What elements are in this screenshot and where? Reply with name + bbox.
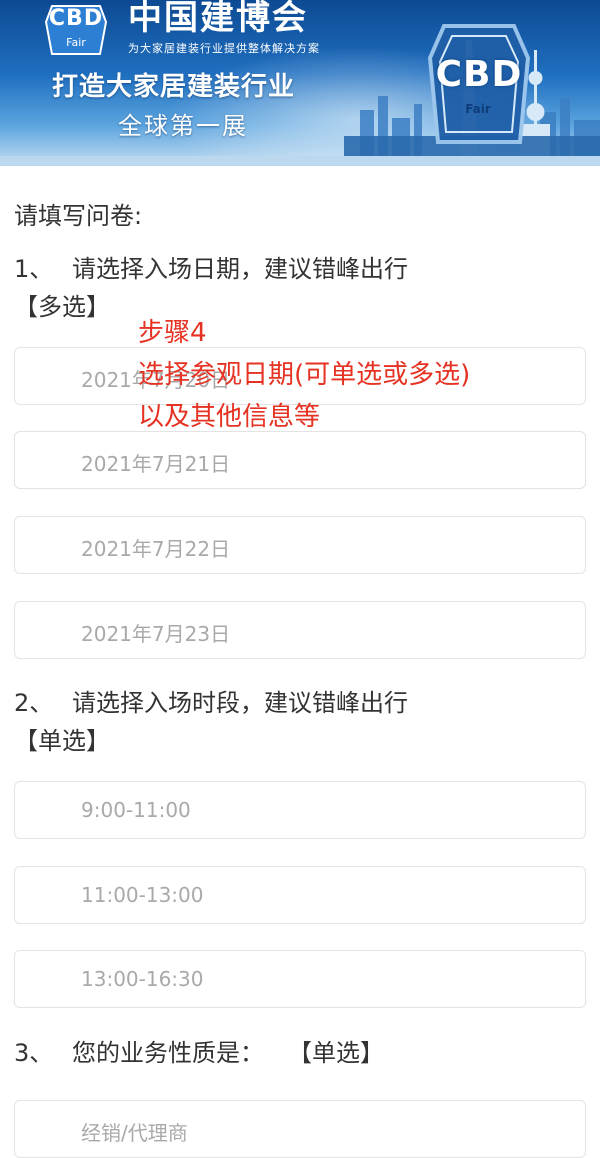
- annotation-line-1: 步骤4: [138, 318, 207, 348]
- option-label: 9:00-11:00: [81, 798, 191, 822]
- question-2-number: 2、: [14, 689, 54, 717]
- option-time-2[interactable]: 11:00-13:00: [14, 866, 586, 924]
- option-business-1[interactable]: 经销/代理商: [14, 1100, 586, 1158]
- slogan-line2: 全球第一展: [118, 112, 248, 140]
- big-logo-text: CBD: [435, 54, 523, 95]
- option-time-1[interactable]: 9:00-11:00: [14, 781, 586, 839]
- option-label: 13:00-16:30: [81, 967, 204, 991]
- cbd-logo: CBD Fair: [44, 4, 108, 56]
- question-2-title: 请选择入场时段，建议错峰出行: [72, 689, 408, 717]
- questionnaire-intro: 请填写问卷:: [14, 202, 143, 230]
- question-3: 3、 您的业务性质是： 【单选】: [14, 1034, 384, 1072]
- logo-subtext: Fair: [66, 36, 86, 49]
- big-logo-subtext: Fair: [465, 102, 491, 116]
- question-3-title: 您的业务性质是：: [72, 1039, 264, 1067]
- option-label: 2021年7月22日: [81, 537, 231, 561]
- question-1-number: 1、: [14, 255, 54, 283]
- option-date-2[interactable]: 2021年7月21日: [14, 431, 586, 489]
- question-3-number: 3、: [14, 1039, 54, 1067]
- question-2: 2、 请选择入场时段，建议错峰出行 【单选】: [14, 684, 408, 760]
- logo-text: CBD: [48, 6, 104, 31]
- question-2-type: 【单选】: [14, 727, 110, 755]
- option-time-3[interactable]: 13:00-16:30: [14, 950, 586, 1008]
- question-1-title: 请选择入场日期，建议错峰出行: [72, 255, 408, 283]
- option-date-4[interactable]: 2021年7月23日: [14, 601, 586, 659]
- step-annotation: 步骤4 选择参观日期(可单选或多选) 以及其他信息等: [138, 312, 470, 438]
- annotation-line-3: 以及其他信息等: [138, 402, 321, 432]
- option-label: 2021年7月21日: [81, 452, 231, 476]
- option-label: 11:00-13:00: [81, 883, 204, 907]
- annotation-line-2: 选择参观日期(可单选或多选): [138, 360, 471, 390]
- brand-subtitle: 为大家居建装行业提供整体解决方案: [128, 42, 320, 55]
- option-label: 经销/代理商: [81, 1121, 188, 1145]
- header-banner: CBD Fair 中国建博会 为大家居建装行业提供整体解决方案 打造大家居建装行…: [0, 0, 600, 166]
- question-3-type: 【单选】: [300, 1039, 384, 1067]
- brand-title: 中国建博会: [128, 0, 308, 38]
- slogan-line1: 打造大家居建装行业: [52, 72, 296, 102]
- option-date-3[interactable]: 2021年7月22日: [14, 516, 586, 574]
- option-label: 2021年7月23日: [81, 622, 231, 646]
